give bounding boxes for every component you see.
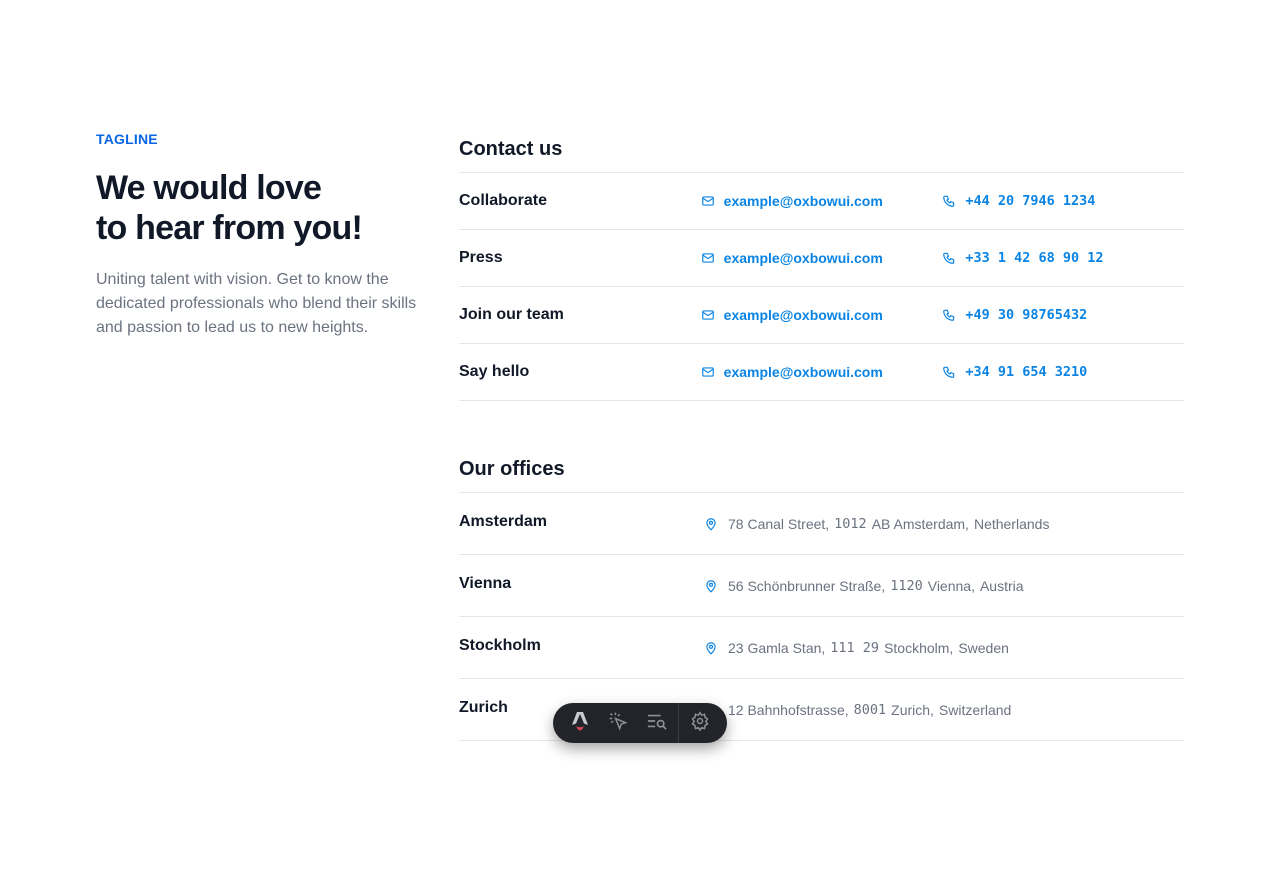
email-link[interactable]: example@oxbowui.com xyxy=(701,307,943,323)
office-city: Stockholm xyxy=(459,637,541,654)
address-city: AB Amsterdam, xyxy=(871,516,969,532)
contact-row: Say hello example@oxbowui.com +34 91 654… xyxy=(459,344,1184,401)
phone-icon xyxy=(942,251,956,265)
map-pin-icon xyxy=(704,641,718,655)
contact-table: Collaborate example@oxbowui.com +44 20 7… xyxy=(459,172,1184,401)
contact-label: Say hello xyxy=(459,363,530,380)
mail-icon xyxy=(701,365,715,379)
phone-text: +44 20 7946 1234 xyxy=(965,193,1096,209)
office-address: 56 Schönbrunner Straße, 1120 Vienna, Aus… xyxy=(704,555,1029,594)
email-text: example@oxbowui.com xyxy=(723,193,883,209)
phone-text: +49 30 98765432 xyxy=(965,307,1088,323)
email-link[interactable]: example@oxbowui.com xyxy=(701,193,943,209)
gear-icon xyxy=(690,710,710,736)
email-link[interactable]: example@oxbowui.com xyxy=(701,250,943,266)
office-city: Amsterdam xyxy=(459,513,548,530)
email-text: example@oxbowui.com xyxy=(723,307,883,323)
office-row: Vienna 56 Schönbrunner Straße, 1120 Vien… xyxy=(459,555,1184,617)
address-postal: 8001 xyxy=(853,702,887,718)
map-pin-icon xyxy=(704,579,718,593)
address-postal: 111 29 xyxy=(830,640,880,656)
office-row: Stockholm 23 Gamla Stan, 111 29 Stockhol… xyxy=(459,617,1184,679)
contact-label: Collaborate xyxy=(459,192,548,209)
address-country: Netherlands xyxy=(973,516,1050,532)
offices-title: Our offices xyxy=(459,458,565,480)
settings-button[interactable] xyxy=(681,703,719,743)
office-address: 23 Gamla Stan, 111 29 Stockholm, Sweden xyxy=(704,617,1014,656)
office-address: 12 Bahnhofstrasse, 8001 Zurich, Switzerl… xyxy=(704,679,1016,718)
address-street: 78 Canal Street, xyxy=(728,516,830,532)
address-postal: 1120 xyxy=(890,578,923,594)
email-text: example@oxbowui.com xyxy=(723,250,883,266)
tagline: TAGLINE xyxy=(96,131,158,147)
contact-row: Collaborate example@oxbowui.com +44 20 7… xyxy=(459,173,1184,230)
dev-toolbar xyxy=(553,703,727,743)
contact-row: Join our team example@oxbowui.com +49 30… xyxy=(459,287,1184,344)
email-link[interactable]: example@oxbowui.com xyxy=(701,364,943,380)
phone-icon xyxy=(942,194,956,208)
mail-icon xyxy=(701,194,715,208)
hero-section: TAGLINE We would love to hear from you! … xyxy=(96,130,446,340)
phone-link[interactable]: +33 1 42 68 90 12 xyxy=(942,250,1184,266)
email-text: example@oxbowui.com xyxy=(723,364,883,380)
search-list-icon xyxy=(646,711,668,736)
address-country: Switzerland xyxy=(938,702,1012,718)
phone-link[interactable]: +34 91 654 3210 xyxy=(942,364,1184,380)
phone-icon xyxy=(942,365,956,379)
phone-icon xyxy=(942,308,956,322)
address-street: 56 Schönbrunner Straße, xyxy=(728,578,886,594)
address-city: Stockholm, xyxy=(884,640,954,656)
audit-button[interactable] xyxy=(638,703,676,743)
cursor-inspect-icon xyxy=(608,711,628,736)
office-city: Vienna xyxy=(459,575,512,592)
phone-text: +33 1 42 68 90 12 xyxy=(965,250,1104,266)
phone-text: +34 91 654 3210 xyxy=(965,364,1088,380)
contact-title: Contact us xyxy=(459,138,563,160)
address-street: 23 Gamla Stan, xyxy=(728,640,826,656)
address-city: Zurich, xyxy=(891,702,934,718)
page-title: We would love to hear from you! xyxy=(96,168,446,248)
address-country: Sweden xyxy=(958,640,1009,656)
inspect-button[interactable] xyxy=(599,703,637,743)
map-pin-icon xyxy=(704,517,718,531)
office-address: 78 Canal Street, 1012 AB Amsterdam, Neth… xyxy=(704,493,1054,532)
astro-logo-icon xyxy=(571,711,589,736)
intro-text: Uniting talent with vision. Get to know … xyxy=(96,271,417,336)
toolbar-divider xyxy=(677,703,679,743)
phone-link[interactable]: +49 30 98765432 xyxy=(942,307,1184,323)
astro-logo-button[interactable] xyxy=(561,703,599,743)
address-street: 12 Bahnhofstrasse, xyxy=(728,702,849,718)
headline-line-2: to hear from you! xyxy=(96,209,363,247)
mail-icon xyxy=(701,251,715,265)
phone-link[interactable]: +44 20 7946 1234 xyxy=(942,193,1184,209)
office-row: Amsterdam 78 Canal Street, 1012 AB Amste… xyxy=(459,493,1184,555)
contact-column: Contact us Collaborate example@oxbowui.c… xyxy=(459,126,1184,741)
contact-row: Press example@oxbowui.com +33 1 42 68 90… xyxy=(459,230,1184,287)
mail-icon xyxy=(701,308,715,322)
address-country: Austria xyxy=(979,578,1024,594)
headline-line-1: We would love xyxy=(96,169,322,207)
offices-section: Our offices Amsterdam 78 Canal Street, 1… xyxy=(459,446,1184,741)
contact-label: Join our team xyxy=(459,306,564,323)
contact-label: Press xyxy=(459,249,503,266)
address-city: Vienna, xyxy=(927,578,975,594)
address-postal: 1012 xyxy=(834,516,867,532)
